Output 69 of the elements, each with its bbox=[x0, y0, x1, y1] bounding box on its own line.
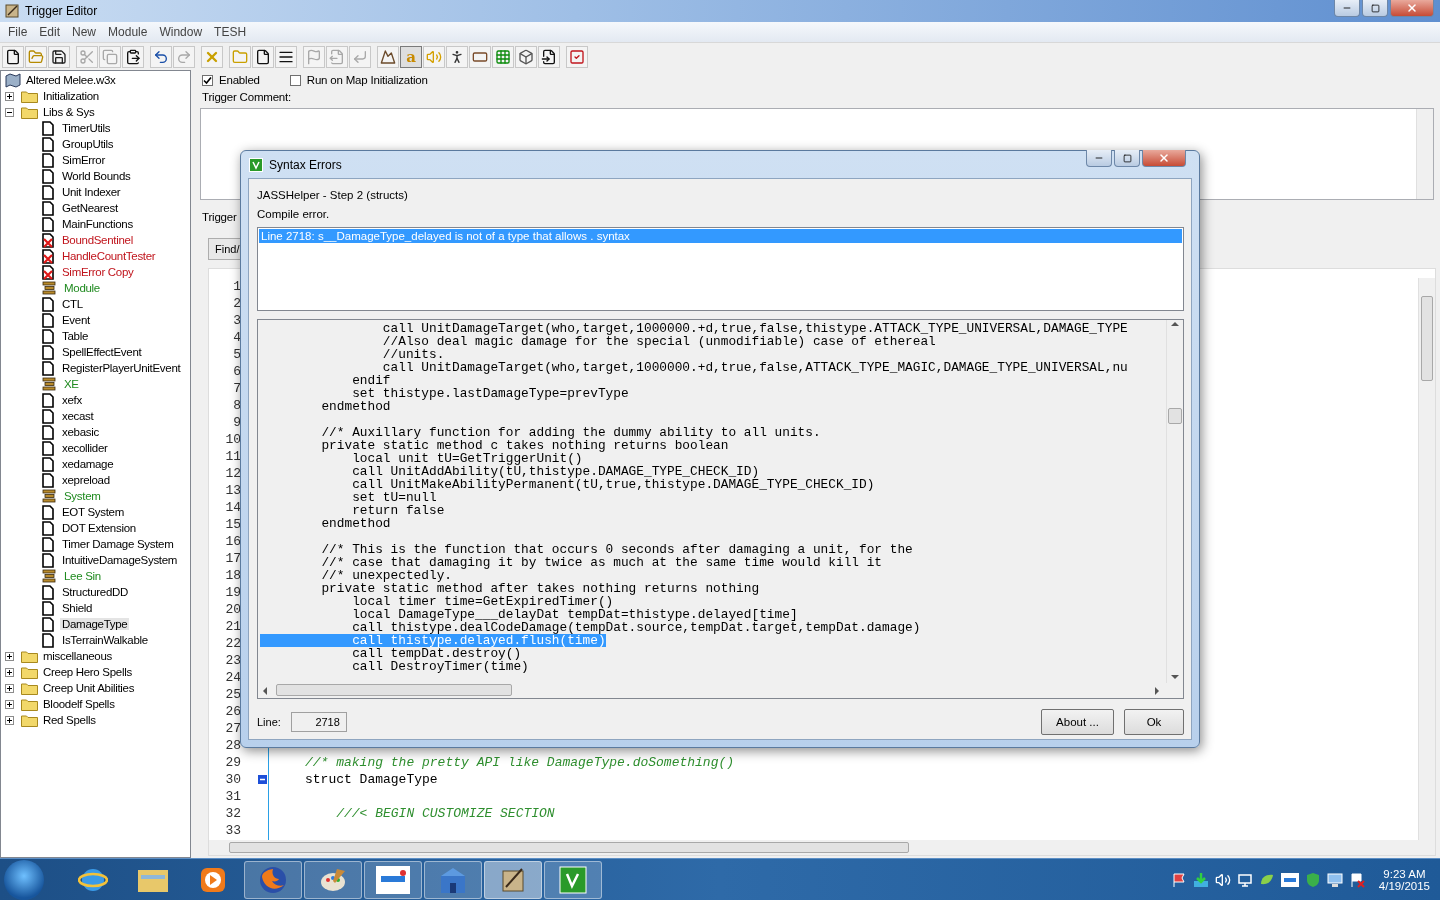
line-number: 13 bbox=[224, 482, 241, 499]
code-line: set tU=null bbox=[351, 491, 437, 504]
code-line: local unit tU=GetTriggerUnit() bbox=[352, 452, 583, 465]
line-number: 8 bbox=[232, 397, 241, 414]
line-number: 3 bbox=[232, 312, 241, 329]
line-number: 16 bbox=[224, 533, 241, 550]
line-number: 14 bbox=[224, 499, 241, 516]
code-line: call DestroyTimer(time) bbox=[351, 660, 529, 673]
code-line: local timer time=GetExpiredTimer() bbox=[352, 595, 614, 608]
code-line: call tempDat.destroy() bbox=[351, 647, 522, 660]
code-line: call thistype.dealCodeDamage(tempDat.source,tempDat.target,tempDat.damage) bbox=[351, 621, 921, 634]
line-number: 5 bbox=[232, 346, 241, 363]
code-line: //Also deal magic damage for the special (unmodifiable) case of ethereal bbox=[381, 335, 936, 348]
line-number: 20 bbox=[224, 601, 241, 618]
line-number: 33 bbox=[224, 822, 241, 839]
line-number: 22 bbox=[224, 635, 241, 652]
line-number: 15 bbox=[224, 516, 241, 533]
line-number: 1 bbox=[232, 278, 241, 295]
code-line: call UnitDamageTarget(who,target,1000000.+d,true,false,ATTACK_TYPE_MAGIC,DAMAGE_TYPE_UNIVERSAL,nu bbox=[381, 361, 1128, 374]
line-number: 18 bbox=[224, 567, 241, 584]
checkbox-label: Enabled bbox=[219, 74, 260, 86]
line-number: 10 bbox=[224, 431, 241, 448]
code-line: //units. bbox=[381, 348, 445, 361]
line-number: 29 bbox=[224, 754, 241, 771]
code-line: //* This is the function that occurs 0 seconds after damaging a unit, for the bbox=[320, 543, 913, 556]
line-number: 23 bbox=[224, 652, 241, 669]
line-number: 7 bbox=[232, 380, 241, 397]
line-number: 4 bbox=[232, 329, 241, 346]
line-number: 6 bbox=[232, 363, 241, 380]
comment-label: Trigger Comment: bbox=[201, 90, 293, 105]
line-number: 9 bbox=[232, 414, 241, 431]
line-number: 17 bbox=[224, 550, 241, 567]
code-line: //* Auxillary function for adding the dummy ability to all units. bbox=[320, 426, 821, 439]
code-line: //* unexpectedly. bbox=[320, 569, 452, 582]
code-comment: ///< BEGIN CUSTOMIZE SECTION bbox=[335, 805, 556, 822]
checkbox-label: Run on Map Initialization bbox=[306, 74, 428, 86]
line-number: 27 bbox=[224, 720, 241, 737]
status-text: Compile error. bbox=[257, 207, 331, 222]
dialog-title: Syntax Errors bbox=[269, 157, 342, 172]
line-number: 31 bbox=[224, 788, 241, 805]
line-number: 26 bbox=[224, 703, 241, 720]
line-number: 28 bbox=[224, 737, 241, 754]
line-number: 12 bbox=[224, 465, 241, 482]
code-line: private static method c takes nothing returns boolean bbox=[320, 439, 729, 452]
line-number: 2 bbox=[232, 295, 241, 312]
line-number: 24 bbox=[224, 669, 241, 686]
window-title: Trigger Editor bbox=[25, 4, 98, 18]
step-text: JASSHelper - Step 2 (structs) bbox=[257, 188, 409, 203]
code-line: endmethod bbox=[320, 400, 391, 413]
line-number: 19 bbox=[224, 584, 241, 601]
code-line: //* case that damaging it by twice as much at the same time would kill it bbox=[320, 556, 883, 569]
code-line: local DamageType___delayDat tempDat=thistype.delayed[time] bbox=[351, 608, 798, 621]
code-line: endif bbox=[351, 374, 391, 387]
code-line: set thistype.lastDamageType=prevType bbox=[351, 387, 629, 400]
line-number: 11 bbox=[224, 448, 241, 465]
line-number: 25 bbox=[224, 686, 241, 703]
code-line: call UnitDamageTarget(who,target,1000000.+d,true,false,thistype.ATTACK_TYPE_UNIVERSAL,DAMAGE_TYPE bbox=[381, 322, 1128, 335]
code-line: endmethod bbox=[320, 517, 391, 530]
code-line: struct DamageType bbox=[305, 771, 439, 788]
code-line: private static method after takes nothing returns nothing bbox=[320, 582, 760, 595]
code-line: return false bbox=[351, 504, 445, 517]
line-number: 32 bbox=[224, 805, 241, 822]
code-comment: //* making the pretty API like DamageType.doSomething() bbox=[305, 754, 736, 771]
line-number: 30 bbox=[224, 771, 241, 788]
line-number: 21 bbox=[224, 618, 241, 635]
code-line: call UnitAddAbility(tU,thistype.DAMAGE_TYPE_CHECK_ID) bbox=[351, 465, 760, 478]
trigger-text-label: Trigger bbox=[201, 210, 238, 225]
code-line: call UnitMakeAbilityPermanent(tU,true,thistype.DAMAGE_TYPE_CHECK_ID) bbox=[351, 478, 875, 491]
line-label: Line: bbox=[257, 716, 281, 728]
